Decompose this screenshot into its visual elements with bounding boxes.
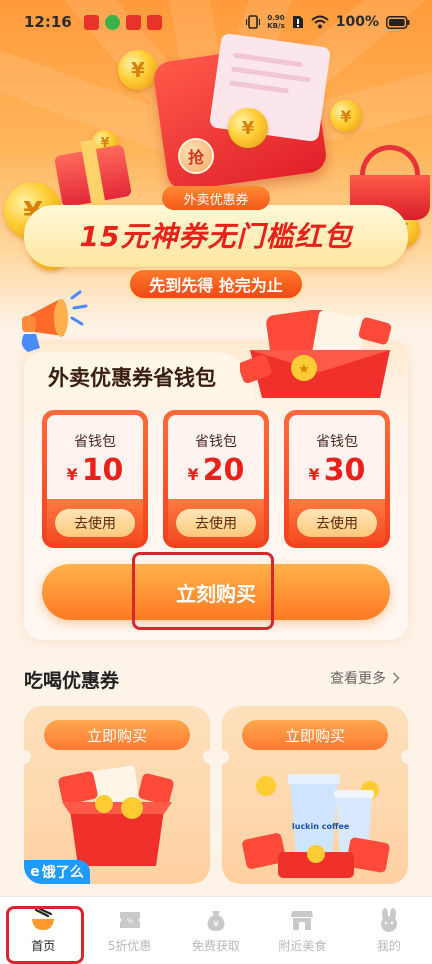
- section-title: 吃喝优惠券: [24, 670, 120, 692]
- nav-item-nearby[interactable]: 附近美食: [259, 897, 345, 964]
- use-coupon-button[interactable]: 去使用: [55, 509, 135, 537]
- megaphone-icon: [21, 290, 88, 352]
- wechat-notification-icon: [104, 14, 120, 30]
- hero-banner: 抢 外卖优惠券 15元神券无门槛红包 先到先得 抢完为止: [0, 0, 432, 330]
- coupon-label: 省钱包: [316, 434, 358, 450]
- storefront-icon: [291, 911, 314, 930]
- coupon-card: 省钱包 ¥30 去使用: [284, 410, 390, 548]
- buy-now-button[interactable]: 立即购买: [242, 720, 388, 750]
- gold-coin-icon: [228, 108, 268, 148]
- coupon-label: 省钱包: [74, 434, 116, 450]
- bottom-nav: 首页 % 5折优惠 ¥ 免费获取 附近美食 我的: [0, 896, 432, 964]
- gold-coin-icon: [330, 100, 362, 132]
- wallet-title: 外卖优惠券省钱包: [48, 366, 216, 390]
- gold-coin-icon: [118, 50, 158, 90]
- coupon-card: 省钱包 ¥10 去使用: [42, 410, 148, 548]
- hero-subtitle: 先到先得 抢完为止: [128, 268, 304, 300]
- see-more-link[interactable]: 查看更多: [330, 668, 400, 688]
- coupon-value: ¥20: [187, 453, 245, 488]
- svg-text:★: ★: [298, 362, 310, 377]
- nav-item-half-price[interactable]: % 5折优惠: [86, 897, 172, 964]
- bowl-chopsticks-icon: [32, 908, 55, 930]
- wifi-icon: [311, 15, 329, 29]
- nav-label: 我的: [376, 939, 401, 953]
- coupon-value: ¥10: [66, 453, 124, 488]
- nav-label: 免费获取: [192, 939, 241, 953]
- vibrate-icon: [246, 15, 261, 29]
- promo-card-eleme[interactable]: 立即购买 e 饿了么: [24, 706, 210, 884]
- message-notification-icon: [125, 14, 141, 30]
- red-app-notification-icon: [83, 14, 99, 30]
- chevron-right-icon: [392, 672, 400, 684]
- nav-item-home[interactable]: 首页: [0, 897, 86, 964]
- half-price-ticket-icon: %: [119, 912, 140, 928]
- buy-now-button[interactable]: 立即购买: [44, 720, 190, 750]
- hero-tag: 外卖优惠券: [162, 186, 270, 210]
- nav-label: 首页: [31, 939, 56, 953]
- grab-seal-icon: 抢: [178, 138, 214, 174]
- luckin-brand-text: luckin coffee: [292, 822, 350, 831]
- red-envelopes-illustration: ★: [240, 310, 392, 398]
- use-coupon-button[interactable]: 去使用: [297, 509, 377, 537]
- buy-now-button[interactable]: 立刻购买: [42, 564, 390, 620]
- user-icon: [380, 908, 397, 932]
- status-time: 12:16: [24, 13, 72, 31]
- nav-item-free[interactable]: ¥ 免费获取: [173, 897, 259, 964]
- promo-card-luckin[interactable]: 立即购买 luckin coffee: [222, 706, 408, 884]
- nav-label: 5折优惠: [107, 939, 152, 953]
- coupon-label: 省钱包: [195, 434, 237, 450]
- nav-item-me[interactable]: 我的: [346, 897, 432, 964]
- nav-label: 附近美食: [278, 939, 327, 953]
- svg-text:%: %: [126, 917, 133, 925]
- sim-error-icon: [292, 16, 303, 28]
- status-bar: 12:16 0.90 KB/s 100%: [0, 0, 432, 44]
- svg-text:¥: ¥: [213, 920, 219, 930]
- network-speed: 0.90 KB/s: [267, 14, 285, 30]
- coupon-card: 省钱包 ¥20 去使用: [163, 410, 269, 548]
- butterfly-app-notification-icon: [146, 14, 162, 30]
- hero-title: 15元神券无门槛红包: [79, 220, 353, 253]
- battery-icon: [386, 15, 410, 29]
- coffee-cups-illustration: [242, 774, 390, 878]
- eleme-logo: e 饿了么: [24, 860, 90, 884]
- money-bag-icon: ¥: [207, 911, 225, 931]
- gift-box-illustration: [58, 765, 174, 866]
- coupon-value: ¥30: [308, 453, 366, 488]
- use-coupon-button[interactable]: 去使用: [176, 509, 256, 537]
- battery-percent: 100%: [335, 14, 379, 30]
